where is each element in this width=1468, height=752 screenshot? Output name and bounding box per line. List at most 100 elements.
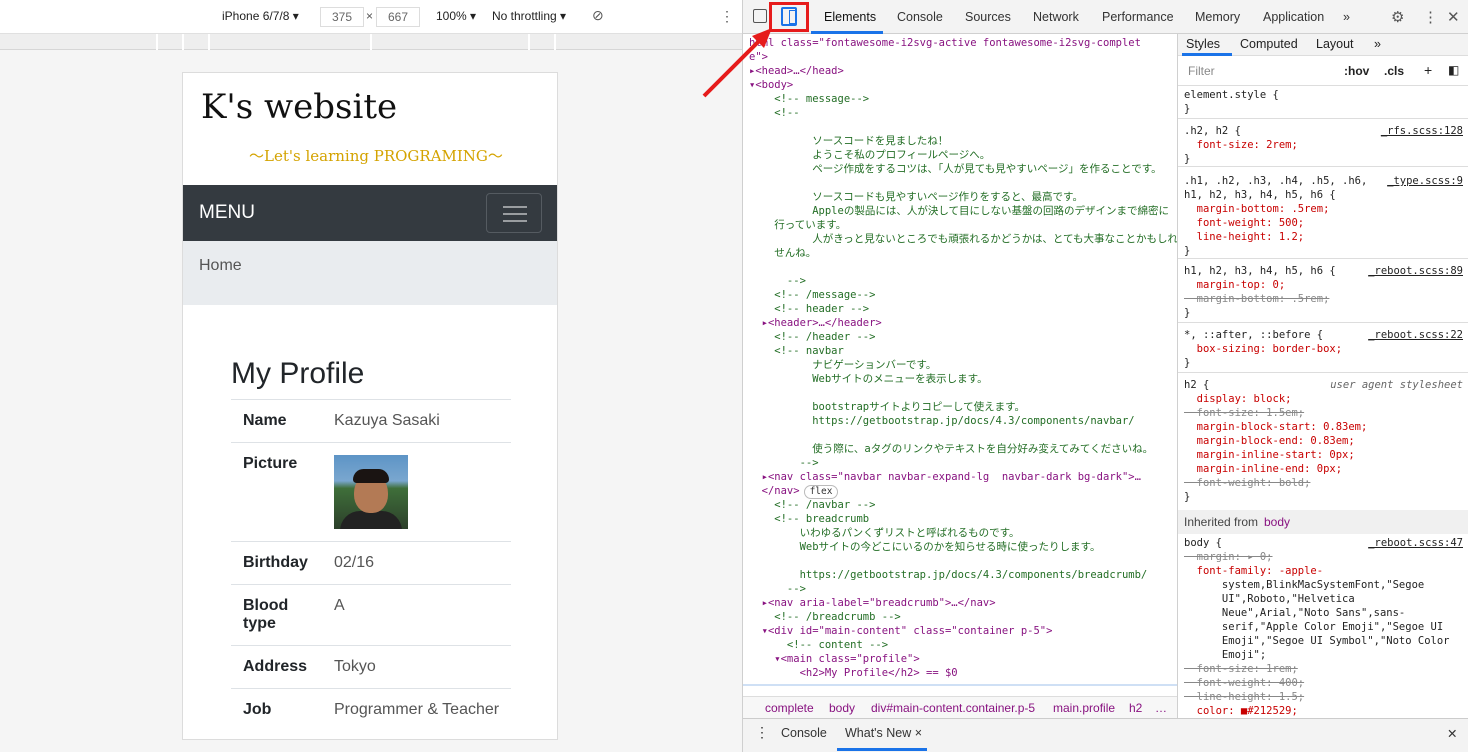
- dom-node-line[interactable]: </nav> flex: [749, 484, 839, 499]
- close-icon[interactable]: ✕: [1447, 8, 1460, 26]
- dom-node-line[interactable]: 使う際に、aタグのリンクやテキストを自分好み変えてみてくださいね。: [749, 442, 1153, 456]
- style-rule-line[interactable]: }: [1184, 306, 1190, 320]
- styles-tabs-overflow[interactable]: »: [1374, 37, 1381, 51]
- tab-console[interactable]: Console: [897, 10, 943, 24]
- crumb-item[interactable]: main.profile: [1053, 701, 1115, 715]
- dom-node-line[interactable]: ようこそ私のプロフィールページへ。: [749, 148, 990, 162]
- tab-elements[interactable]: Elements: [824, 10, 876, 24]
- style-source-link[interactable]: _type.scss:9: [1387, 174, 1463, 188]
- drawer-menu-icon[interactable]: ⋮: [755, 724, 769, 741]
- dom-node-line[interactable]: <!-- /message-->: [749, 288, 875, 302]
- width-input[interactable]: 375: [320, 7, 364, 27]
- device-select[interactable]: iPhone 6/7/8 ▾: [222, 9, 299, 23]
- style-rule-line[interactable]: h2 {: [1184, 378, 1209, 392]
- dom-node-line[interactable]: <!-- /navbar -->: [749, 498, 875, 512]
- dom-node-line[interactable]: html class="fontawesome-i2svg-active fon…: [749, 36, 1141, 50]
- hov-toggle[interactable]: :hov: [1344, 64, 1369, 78]
- tab-sources[interactable]: Sources: [965, 10, 1011, 24]
- dom-node-line[interactable]: せんね。: [749, 246, 816, 260]
- dom-node-line[interactable]: bootstrapサイトよりコピーして使えます。: [749, 400, 1025, 414]
- crumb-item[interactable]: …: [1155, 701, 1167, 715]
- drawer-close-icon[interactable]: ✕: [1447, 726, 1457, 741]
- style-rule-line[interactable]: margin-block-end: 0.83em;: [1184, 434, 1355, 448]
- inherited-tag[interactable]: body: [1264, 515, 1290, 529]
- height-input[interactable]: 667: [376, 7, 420, 27]
- style-source-link[interactable]: user agent stylesheet: [1330, 378, 1463, 392]
- tabs-overflow[interactable]: »: [1343, 10, 1350, 24]
- style-rule-line[interactable]: display: block;: [1184, 392, 1292, 406]
- style-rule-line[interactable]: serif,"Apple Color Emoji","Segoe UI: [1184, 620, 1443, 634]
- dom-node-line[interactable]: ▸<nav aria-label="breadcrumb">…</nav>: [749, 596, 996, 610]
- tab-computed[interactable]: Computed: [1240, 37, 1298, 51]
- dom-node-line[interactable]: 人がきっと見ないところでも頑張れるかどうかは、とても大事なことかもしれま: [749, 232, 1177, 246]
- gear-icon[interactable]: ⚙: [1391, 8, 1404, 26]
- dom-node-line[interactable]: https://getbootstrap.jp/docs/4.3/compone…: [749, 414, 1134, 428]
- dom-node-line[interactable]: ▸<nav class="navbar navbar-expand-lg nav…: [749, 470, 1141, 484]
- tab-network[interactable]: Network: [1033, 10, 1079, 24]
- style-rule-line[interactable]: font-weight: bold;: [1184, 476, 1311, 490]
- dom-node-line[interactable]: <!--: [749, 106, 799, 120]
- dom-node-line[interactable]: <!-- navbar: [749, 344, 844, 358]
- style-rule-line[interactable]: Neue",Arial,"Noto Sans",sans-: [1184, 606, 1405, 620]
- dom-node-line[interactable]: -->: [749, 582, 806, 596]
- style-rule-line[interactable]: .h1, .h2, .h3, .h4, .h5, .h6,: [1184, 174, 1367, 188]
- media-query-ruler[interactable]: [0, 34, 742, 50]
- style-rule-line[interactable]: h1, h2, h3, h4, h5, h6 {: [1184, 188, 1336, 202]
- breadcrumb-home[interactable]: Home: [199, 257, 242, 275]
- dom-node-line[interactable]: ソースコードも見やすいページ作りをすると、最高です。: [749, 190, 1083, 204]
- style-source-link[interactable]: _rfs.scss:128: [1381, 124, 1463, 138]
- style-rule-line[interactable]: }: [1184, 356, 1190, 370]
- crumb-item[interactable]: body: [829, 701, 855, 715]
- style-rule-line[interactable]: Emoji";: [1184, 648, 1266, 662]
- styles-filter-input[interactable]: Filter: [1184, 62, 1336, 80]
- style-rule-line[interactable]: margin-inline-end: 0px;: [1184, 462, 1342, 476]
- dom-node-line[interactable]: <h2>My Profile</h2> == $0: [749, 666, 958, 680]
- throttle-select[interactable]: No throttling ▾: [492, 9, 566, 23]
- dom-node-line[interactable]: ソースコードを見ましたね！: [749, 134, 948, 148]
- hamburger-menu-icon[interactable]: [486, 193, 542, 233]
- style-rule-line[interactable]: margin-block-start: 0.83em;: [1184, 420, 1368, 434]
- style-rule-line[interactable]: font-family: -apple-: [1184, 564, 1323, 578]
- style-rule-line[interactable]: font-size: 2rem;: [1184, 138, 1298, 152]
- style-rule-line[interactable]: line-height: 1.5;: [1184, 690, 1304, 704]
- dom-node-line[interactable]: -->: [749, 456, 819, 470]
- dom-node-line[interactable]: <!-- /breadcrumb -->: [749, 610, 900, 624]
- dom-node-line[interactable]: https://getbootstrap.jp/docs/4.3/compone…: [749, 568, 1148, 582]
- style-rule-line[interactable]: margin-bottom: .5rem;: [1184, 292, 1330, 306]
- dom-node-line[interactable]: Appleの製品には、人が決して目にしない基盤の回路のデザインまで綿密に: [749, 204, 1169, 218]
- style-rule-line[interactable]: margin: ▸ 0;: [1184, 550, 1273, 564]
- rotate-icon[interactable]: ⊘: [592, 7, 604, 24]
- style-rule-line[interactable]: body {: [1184, 536, 1222, 550]
- style-rule-line[interactable]: font-size: 1.5em;: [1184, 406, 1304, 420]
- dom-node-line[interactable]: <!-- breadcrumb: [749, 512, 869, 526]
- dom-node-line[interactable]: ナビゲーションバーです。: [749, 358, 936, 372]
- dom-node-line[interactable]: ▸<header>…</header>: [749, 316, 882, 330]
- style-rule-line[interactable]: element.style {: [1184, 88, 1279, 102]
- style-rule-line[interactable]: Emoji","Segoe UI Symbol","Noto Color: [1184, 634, 1450, 648]
- style-rule-line[interactable]: .h2, h2 {: [1184, 124, 1241, 138]
- style-rule-line[interactable]: margin-bottom: .5rem;: [1184, 202, 1330, 216]
- style-rule-line[interactable]: color: ■#212529;: [1184, 704, 1298, 718]
- tab-layout[interactable]: Layout: [1316, 37, 1354, 51]
- style-rule-line[interactable]: }: [1184, 490, 1190, 504]
- dom-node-line[interactable]: Webサイトの今どこにいるのかを知らせる時に使ったりします。: [749, 540, 1101, 554]
- style-rule-line[interactable]: h1, h2, h3, h4, h5, h6 {: [1184, 264, 1336, 278]
- nav-brand[interactable]: MENU: [199, 202, 255, 224]
- dom-node-line[interactable]: Webサイトのメニューを表示します。: [749, 372, 987, 386]
- style-rule-line[interactable]: font-weight: 400;: [1184, 676, 1304, 690]
- style-rule-line[interactable]: font-weight: 500;: [1184, 216, 1304, 230]
- tab-application[interactable]: Application: [1263, 10, 1324, 24]
- style-rule-line[interactable]: line-height: 1.2;: [1184, 230, 1304, 244]
- flex-badge[interactable]: flex: [803, 485, 839, 499]
- dom-node-line[interactable]: 行っています。: [749, 218, 846, 232]
- dom-node-line[interactable]: <!-- content -->: [749, 638, 888, 652]
- dom-node-line[interactable]: ▾<div id="main-content" class="container…: [749, 624, 1053, 638]
- dom-node-line[interactable]: ページ作成をするコツは、「人が見ても見やすいページ」を作ることです。: [749, 162, 1161, 176]
- tab-performance[interactable]: Performance: [1102, 10, 1174, 24]
- dom-node-line[interactable]: <!-- /header -->: [749, 330, 875, 344]
- style-rule-line[interactable]: UI",Roboto,"Helvetica: [1184, 592, 1355, 606]
- style-source-link[interactable]: _reboot.scss:47: [1368, 536, 1463, 550]
- style-rule-line[interactable]: *, ::after, ::before {: [1184, 328, 1323, 342]
- dom-node-line[interactable]: -->: [749, 274, 806, 288]
- tab-memory[interactable]: Memory: [1195, 10, 1240, 24]
